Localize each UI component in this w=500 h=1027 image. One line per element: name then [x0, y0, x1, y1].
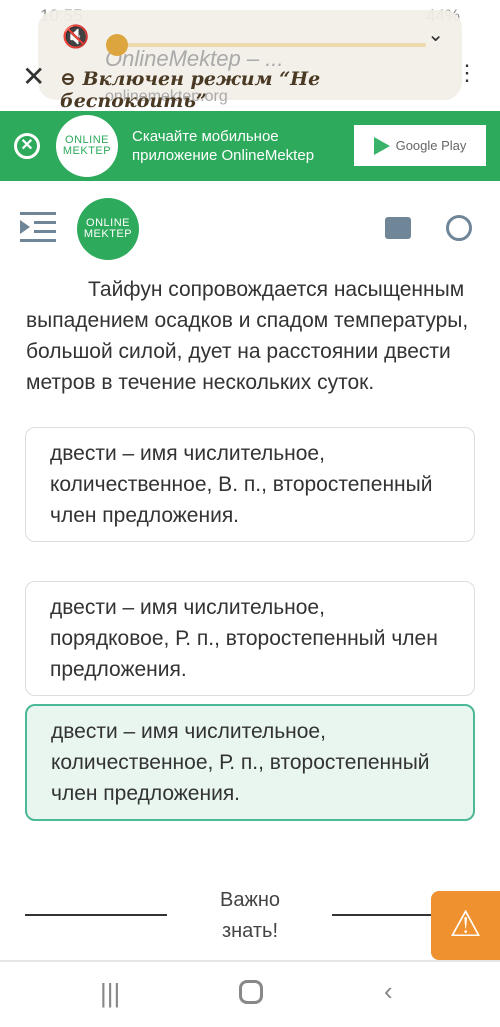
- google-play-button[interactable]: Google Play: [354, 125, 486, 166]
- dnd-status: ⊖ Включен режим “Не беспокоить”: [60, 68, 321, 112]
- site-header: ONLINE MEKTEP: [0, 195, 500, 260]
- back-icon[interactable]: ‹: [384, 976, 393, 1007]
- logo-text: MEKTEP: [83, 228, 133, 240]
- answer-option[interactable]: двести – имя числительное, порядковое, Р…: [25, 581, 475, 696]
- list-icon[interactable]: [385, 217, 411, 239]
- warning-icon: ⚠: [449, 903, 482, 944]
- volume-slider[interactable]: [108, 43, 426, 47]
- android-nav-bar: ||| ‹: [0, 960, 500, 1027]
- close-banner-icon[interactable]: ✕: [14, 133, 40, 159]
- home-icon[interactable]: [239, 980, 263, 1004]
- important-section: Важно знать!: [0, 885, 500, 945]
- divider: [332, 914, 432, 916]
- important-heading: Важно знать!: [200, 885, 300, 947]
- banner-text-line: приложение OnlineMektep: [132, 147, 315, 164]
- globe-icon[interactable]: [446, 215, 472, 241]
- recent-apps-icon[interactable]: |||: [100, 978, 120, 1009]
- play-icon: [373, 136, 390, 155]
- banner-text: Скачайте мобильное приложение OnlineMekte…: [132, 127, 314, 165]
- logo-text: MEKTEP: [62, 145, 112, 157]
- chevron-down-icon[interactable]: ⌄: [427, 22, 444, 47]
- dnd-text: Включен режим “Не беспокоить”: [60, 68, 321, 112]
- logo: ONLINE MEKTEP: [56, 115, 118, 177]
- divider: [25, 914, 167, 916]
- heading-line: знать!: [221, 920, 279, 942]
- logo[interactable]: ONLINE MEKTEP: [77, 198, 139, 260]
- mute-icon[interactable]: 🔇: [62, 24, 89, 50]
- store-label: Google Play: [395, 138, 467, 153]
- close-tab-button[interactable]: ✕: [22, 60, 45, 93]
- question-text: Тайфун сопровождается насыщенным выпаден…: [26, 278, 469, 394]
- menu-icon[interactable]: [20, 212, 56, 242]
- volume-slider-handle[interactable]: [106, 34, 128, 56]
- answer-option-selected[interactable]: двести – имя числительное, количественно…: [25, 704, 475, 821]
- app-banner: ✕ ONLINE MEKTEP Скачайте мобильное приложе…: [0, 111, 500, 181]
- banner-text-line: Скачайте мобильное: [132, 128, 279, 145]
- warning-button[interactable]: ⚠: [431, 891, 500, 960]
- answer-option[interactable]: двести – имя числительное, количественно…: [25, 427, 475, 542]
- heading-line: Важно: [219, 889, 280, 911]
